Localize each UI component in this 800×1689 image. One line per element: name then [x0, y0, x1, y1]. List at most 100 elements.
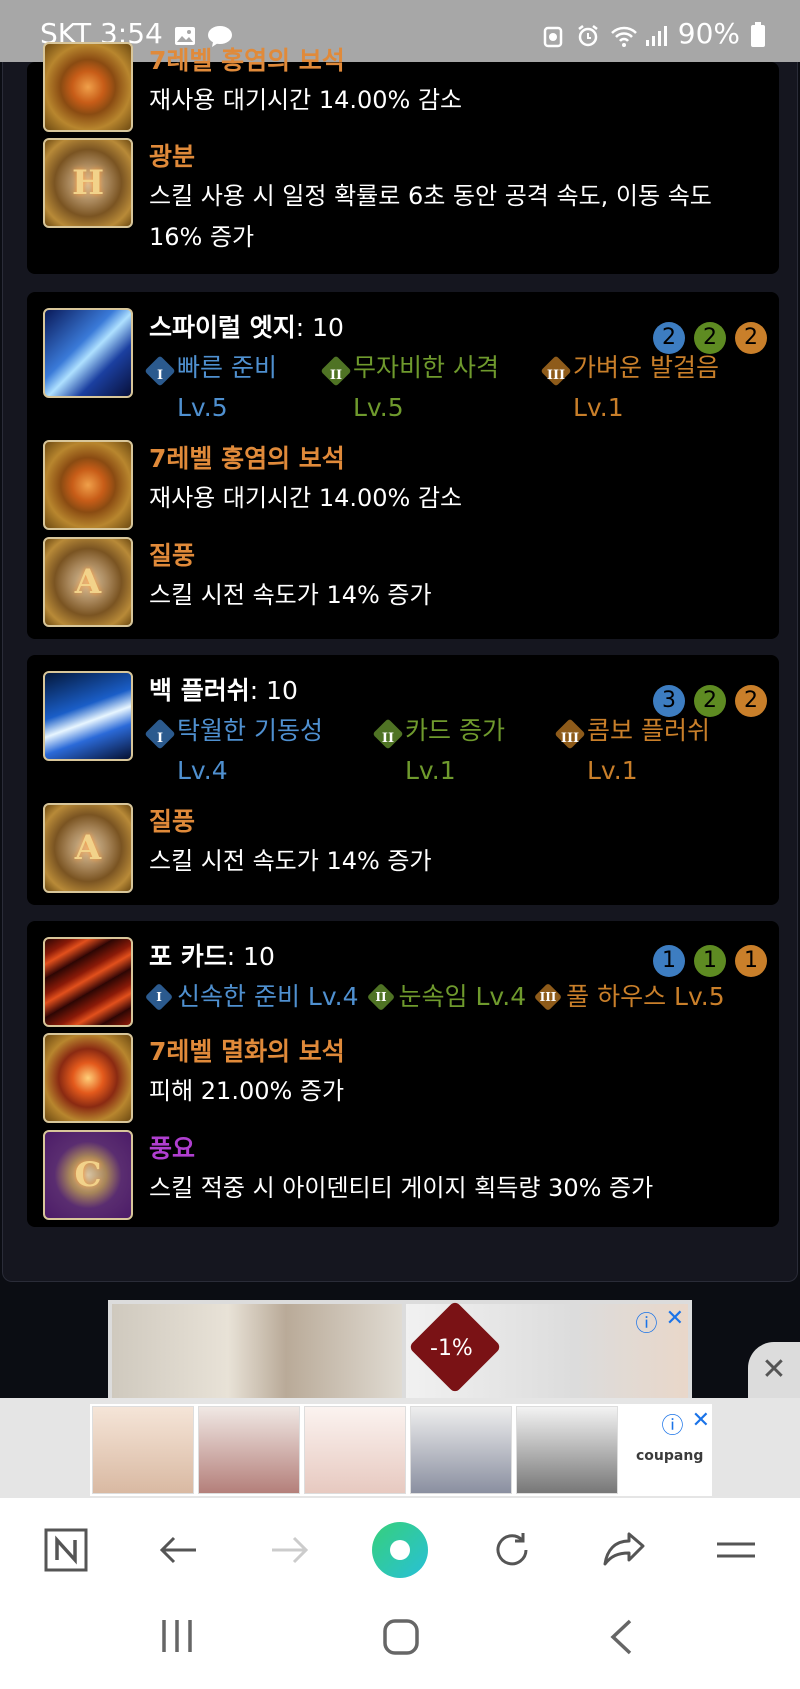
- product-thumbnail[interactable]: [516, 1406, 618, 1494]
- rune-icon: C: [43, 1130, 133, 1220]
- skill-card-top: 7레벨 홍염의 보석 재사용 대기시간 14.00% 감소 H 광분 스킬 사용…: [27, 42, 779, 274]
- gem-icon: [43, 42, 133, 132]
- back-icon[interactable]: [154, 1526, 202, 1574]
- tripod-3: III 풀 하우스 Lv.5: [533, 977, 725, 1017]
- ad-close-icon[interactable]: ✕: [692, 1408, 710, 1440]
- product-thumbnail[interactable]: [198, 1406, 300, 1494]
- gem-row: 7레벨 홍염의 보석 재사용 대기시간 14.00% 감소: [43, 440, 462, 530]
- alarm-icon: [576, 22, 600, 46]
- tripod-list: I 신속한 준비 Lv.4 II 눈속임 Lv.4 III 풀 하우스 Lv.5: [144, 977, 737, 1017]
- skill-name: 포 카드: [149, 942, 227, 971]
- gem-name: 7레벨 홍염의 보석: [149, 46, 345, 75]
- skill-icon: [43, 671, 133, 761]
- banner-ad[interactable]: -1% ⓘ ✕: [108, 1300, 692, 1400]
- product-thumbnail[interactable]: [304, 1406, 406, 1494]
- tripod-2: II 무자비한 사격 Lv.5: [320, 348, 499, 428]
- rune-row: C 풍요 스킬 적중 시 아이덴티티 게이지 획득량 30% 증가: [43, 1130, 653, 1220]
- tripod-1: I 신속한 준비 Lv.4: [144, 977, 359, 1017]
- product-thumbnail[interactable]: [92, 1406, 194, 1494]
- gem-desc: 재사용 대기시간 14.00% 감소: [149, 484, 463, 512]
- ad-info-icon[interactable]: ⓘ: [636, 1306, 658, 1338]
- share-icon[interactable]: [600, 1526, 648, 1574]
- tripod-2-level: Lv.5: [353, 393, 404, 422]
- tripod-1-name: 탁월한 기동성: [177, 716, 323, 745]
- tripod-2-level: Lv.1: [405, 756, 456, 785]
- rune-icon: A: [43, 803, 133, 893]
- tripod-1-name: 빠른 준비: [177, 353, 277, 382]
- refresh-icon[interactable]: [488, 1526, 536, 1574]
- tripod-2-icon: II: [366, 982, 395, 1012]
- rune-row: A 질풍 스킬 시전 속도가 14% 증가: [43, 537, 432, 627]
- badge-orange: 2: [735, 322, 767, 354]
- rune-icon: A: [43, 537, 133, 627]
- rune-name: 질풍: [149, 807, 196, 836]
- tripod-1: I 빠른 준비 Lv.5: [144, 348, 277, 428]
- rune-row: A 질풍 스킬 시전 속도가 14% 증가: [43, 803, 432, 893]
- tripod-3: III 콤보 플러쉬 Lv.1: [554, 711, 710, 791]
- badge-green: 1: [694, 945, 726, 977]
- rune-desc: 스킬 사용 시 일정 확률로 6초 동안 공격 속도, 이동 속도: [149, 182, 712, 210]
- forward-icon[interactable]: [266, 1526, 314, 1574]
- skill-name: 백 플러쉬: [149, 676, 250, 705]
- gem-icon: [43, 1033, 133, 1123]
- browser-toolbar: [0, 1498, 800, 1598]
- tripod-1-level: Lv.5: [177, 393, 228, 422]
- engraving-panel: 7레벨 홍염의 보석 재사용 대기시간 14.00% 감소 H 광분 스킬 사용…: [2, 42, 798, 1282]
- system-nav-bar: [0, 1598, 800, 1689]
- skill-card[interactable]: 백 플러쉬: 10 3 2 2 I 탁월한 기동성 Lv.4 II 카드 증가 …: [27, 655, 779, 905]
- rune-desc: 스킬 시전 속도가 14% 증가: [149, 847, 432, 875]
- gem-desc: 피해 21.00% 증가: [149, 1077, 345, 1105]
- product-ad-strip[interactable]: ⓘ ✕ coupang: [0, 1398, 800, 1498]
- page-content: 7레벨 홍염의 보석 재사용 대기시간 14.00% 감소 H 광분 스킬 사용…: [0, 42, 800, 1282]
- tripod-3: III 가벼운 발걸음 Lv.1: [540, 348, 719, 428]
- product-thumbnail[interactable]: [410, 1406, 512, 1494]
- recent-apps-icon[interactable]: [160, 1618, 194, 1663]
- skill-level: : 10: [226, 942, 275, 971]
- skill-card[interactable]: 스파이럴 엣지: 10 2 2 2 I 빠른 준비 Lv.5 II 무자비한 사…: [27, 292, 779, 639]
- badge-orange: 2: [735, 685, 767, 717]
- tripod-1-level: Lv.4: [177, 756, 228, 785]
- skill-icon: [43, 937, 133, 1027]
- ad-image[interactable]: [112, 1304, 402, 1400]
- rune-name: 광분: [149, 142, 196, 171]
- rune-desc: 스킬 적중 시 아이덴티티 게이지 획득량 30% 증가: [149, 1174, 654, 1202]
- skill-name: 스파이럴 엣지: [149, 313, 296, 342]
- tripod-3-level: Lv.1: [587, 756, 638, 785]
- naver-home-icon[interactable]: [42, 1526, 90, 1574]
- tripod-1-icon: I: [144, 982, 174, 1012]
- ad-close-icon[interactable]: ✕: [666, 1306, 684, 1338]
- tripod-3-name: 콤보 플러쉬: [587, 716, 710, 745]
- brand-logo: coupang: [636, 1448, 704, 1464]
- tripod-2: II 카드 증가 Lv.1: [372, 711, 505, 791]
- rune-name: 질풍: [149, 541, 196, 570]
- badge-blue: 1: [653, 945, 685, 977]
- gem-desc: 재사용 대기시간 14.00% 감소: [149, 86, 463, 114]
- rune-name: 풍요: [149, 1134, 196, 1163]
- badge-orange: 1: [735, 945, 767, 977]
- skill-icon: [43, 308, 133, 398]
- battery-level: 90%: [677, 17, 740, 50]
- tripod-badges: 1 1 1: [653, 945, 767, 977]
- tripod-3-icon: III: [533, 982, 563, 1012]
- discount-label: -1%: [430, 1336, 473, 1361]
- battery-icon: [750, 21, 774, 47]
- close-ad-button[interactable]: ✕: [748, 1342, 800, 1398]
- gem-icon: [43, 440, 133, 530]
- gem-name: 7레벨 홍염의 보석: [149, 444, 345, 473]
- rune-desc: 스킬 시전 속도가 14% 증가: [149, 581, 432, 609]
- ad-info-icon[interactable]: ⓘ: [662, 1408, 684, 1440]
- tripod-3-name: 풀 하우스 Lv.5: [566, 982, 725, 1011]
- gem-row: 7레벨 멸화의 보석 피해 21.00% 증가: [43, 1033, 345, 1123]
- green-dot-button[interactable]: [370, 1520, 430, 1580]
- rune-icon: H: [43, 138, 133, 228]
- skill-card[interactable]: 포 카드: 10 I 신속한 준비 Lv.4 II 눈속임 Lv.4 III 풀 하우…: [27, 921, 779, 1227]
- home-icon[interactable]: [382, 1618, 420, 1665]
- menu-icon[interactable]: [712, 1526, 760, 1574]
- tripod-3-name: 가벼운 발걸음: [573, 353, 719, 382]
- back-nav-icon[interactable]: [608, 1618, 634, 1665]
- tripod-1: I 탁월한 기동성 Lv.4: [144, 711, 323, 791]
- skill-header: 포 카드: 10 I 신속한 준비 Lv.4 II 눈속임 Lv.4 III 풀 하우…: [43, 937, 737, 1027]
- recycle-icon: [542, 22, 566, 47]
- tripod-2-name: 카드 증가: [405, 716, 505, 745]
- wifi-icon: [610, 22, 637, 47]
